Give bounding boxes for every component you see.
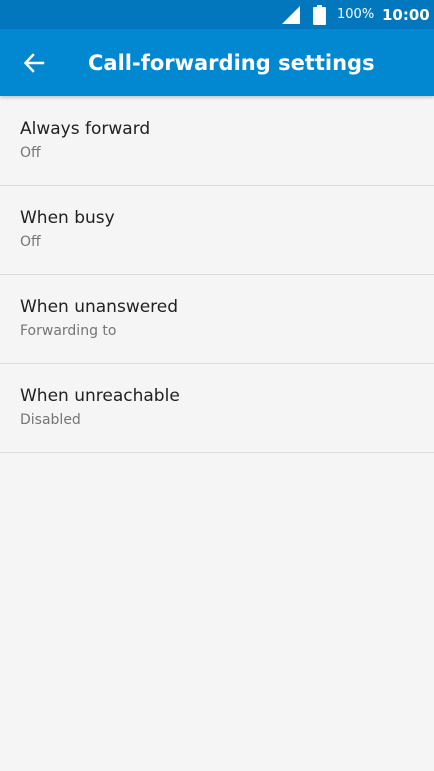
back-button[interactable] [17, 46, 51, 80]
app-bar: Call-forwarding settings [0, 29, 434, 96]
item-label: When unanswered [20, 297, 179, 317]
battery-percentage: 100% [337, 7, 375, 22]
status-bar: 100% 10:00 [0, 0, 434, 29]
page-title: Call-forwarding settings [88, 51, 375, 75]
arrow-left-icon [23, 53, 45, 73]
item-summary: Forwarding to [20, 323, 117, 339]
list-item-when-unanswered[interactable]: When unanswered Forwarding to [0, 275, 434, 364]
item-label: When unreachable [20, 386, 180, 406]
call-forwarding-list: Always forward Off When busy Off When un… [0, 97, 434, 453]
item-label: Always forward [20, 119, 151, 139]
list-item-when-unreachable[interactable]: When unreachable Disabled [0, 364, 434, 453]
item-label: When busy [20, 208, 115, 228]
item-summary: Off [20, 145, 41, 161]
signal-icon [282, 6, 300, 24]
list-item-always-forward[interactable]: Always forward Off [0, 97, 434, 186]
item-summary: Disabled [20, 412, 81, 428]
list-item-when-busy[interactable]: When busy Off [0, 186, 434, 275]
battery-icon [313, 5, 326, 25]
status-clock: 10:00 [382, 6, 430, 24]
item-summary: Off [20, 234, 41, 250]
